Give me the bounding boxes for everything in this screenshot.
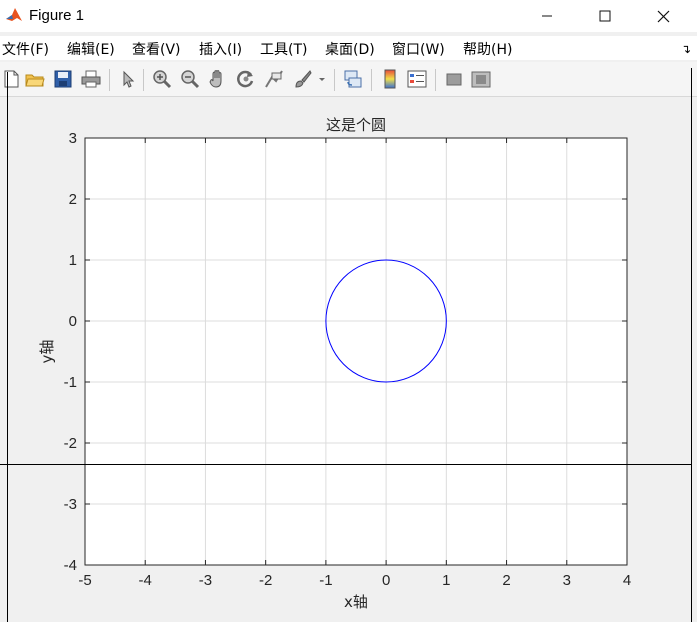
edit-plot-arrow-icon <box>123 70 135 88</box>
menu-tools[interactable]: 工具(T) <box>260 39 307 59</box>
menu-dock-arrow-icon[interactable]: ↴ <box>681 42 691 56</box>
data-cursor-icon <box>265 70 283 88</box>
hide-plot-tools-button[interactable] <box>443 68 465 90</box>
show-plot-tools-icon <box>471 71 491 88</box>
open-file-button[interactable] <box>24 68 46 90</box>
toolbar <box>0 62 697 97</box>
toolbar-separator <box>143 69 144 91</box>
rotate-3d-button[interactable] <box>235 68 257 90</box>
show-plot-tools-button[interactable] <box>470 68 492 90</box>
minimize-icon <box>542 15 552 17</box>
y-tick-label: 0 <box>69 313 77 330</box>
plot-title: 这是个圆 <box>326 116 386 134</box>
menu-view[interactable]: 查看(V) <box>132 39 181 59</box>
menu-edit[interactable]: 编辑(E) <box>67 39 115 59</box>
matlab-logo-icon <box>5 6 23 24</box>
menu-bar: 文件(F) 编辑(E) 查看(V) 插入(I) 工具(T) 桌面(D) 窗口(W… <box>0 36 697 60</box>
toolbar-separator <box>371 69 372 91</box>
maximize-icon <box>599 10 611 22</box>
pan-button[interactable] <box>207 68 229 90</box>
new-figure-icon <box>4 70 19 88</box>
x-tick-label: 0 <box>382 572 390 589</box>
zoom-out-icon <box>181 70 200 89</box>
legend-icon <box>407 70 427 88</box>
x-tick-label: 1 <box>442 572 450 589</box>
y-tick-label: 1 <box>69 252 77 269</box>
colorbar-icon <box>384 69 396 89</box>
menu-desktop[interactable]: 桌面(D) <box>325 39 375 59</box>
legend-button[interactable] <box>406 68 428 90</box>
axes-background <box>85 138 627 565</box>
crosshair-horizontal-line <box>0 464 692 465</box>
y-axis-label: y轴 <box>38 340 56 364</box>
y-tick-label: -4 <box>64 557 77 574</box>
save-button[interactable] <box>52 68 74 90</box>
figure-canvas[interactable]: -5 -4 -3 -2 -1 0 1 2 3 4 -4 -3 -2 -1 0 1 2 3 这是个圆 x轴 y轴 <box>0 97 697 622</box>
x-tick-label: -4 <box>139 572 152 589</box>
window-edge-line <box>691 68 692 622</box>
x-tick-label: -1 <box>319 572 332 589</box>
close-button[interactable] <box>634 0 692 32</box>
close-icon <box>657 10 669 22</box>
menu-insert[interactable]: 插入(I) <box>199 39 242 59</box>
pan-hand-icon <box>209 70 222 88</box>
save-icon <box>54 70 72 88</box>
maximize-button[interactable] <box>576 0 634 32</box>
data-cursor-button[interactable] <box>263 68 285 90</box>
zoom-out-button[interactable] <box>179 68 201 90</box>
link-plot-button[interactable] <box>342 68 364 90</box>
crosshair-vertical-line <box>7 72 8 622</box>
minimize-button[interactable] <box>518 0 576 32</box>
colorbar-button[interactable] <box>379 68 401 90</box>
x-axis-label: x轴 <box>344 593 368 611</box>
open-file-icon <box>25 74 45 87</box>
new-figure-button[interactable] <box>0 68 22 90</box>
y-tick-label: -2 <box>64 435 77 452</box>
x-tick-label: -5 <box>78 572 91 589</box>
window-title: Figure 1 <box>29 7 85 24</box>
zoom-in-icon <box>153 70 172 89</box>
print-button[interactable] <box>80 68 102 90</box>
grid-layer <box>84 137 628 566</box>
menu-file[interactable]: 文件(F) <box>2 39 49 59</box>
menu-window[interactable]: 窗口(W) <box>392 39 445 59</box>
y-tick-label: -1 <box>64 374 77 391</box>
edit-plot-button[interactable] <box>117 68 139 90</box>
title-bar: Figure 1 <box>0 0 697 32</box>
brush-dropdown-button[interactable] <box>316 68 328 90</box>
plot-axes[interactable]: -5 -4 -3 -2 -1 0 1 2 3 4-4-3-2-10123 这是个圆 x轴 y轴 <box>0 97 697 622</box>
toolbar-separator <box>435 69 436 91</box>
x-tick-label: -3 <box>199 572 212 589</box>
y-tick-label: -3 <box>64 496 77 513</box>
hide-plot-tools-icon <box>446 73 462 86</box>
rotate-3d-icon <box>237 70 254 88</box>
brush-icon <box>295 70 312 88</box>
y-tick-label: 3 <box>69 130 77 147</box>
x-tick-label: 4 <box>623 572 631 589</box>
x-tick-label: 2 <box>502 572 510 589</box>
y-tick-label: 2 <box>69 191 77 208</box>
toolbar-separator <box>109 69 110 91</box>
link-plot-icon <box>344 70 362 88</box>
zoom-in-button[interactable] <box>151 68 173 90</box>
brush-button[interactable] <box>292 68 314 90</box>
toolbar-separator <box>334 69 335 91</box>
x-tick-label: -2 <box>259 572 272 589</box>
x-tick-label: 3 <box>563 572 571 589</box>
chevron-down-icon <box>319 78 325 81</box>
print-icon <box>81 70 101 88</box>
menu-help[interactable]: 帮助(H) <box>463 39 512 59</box>
